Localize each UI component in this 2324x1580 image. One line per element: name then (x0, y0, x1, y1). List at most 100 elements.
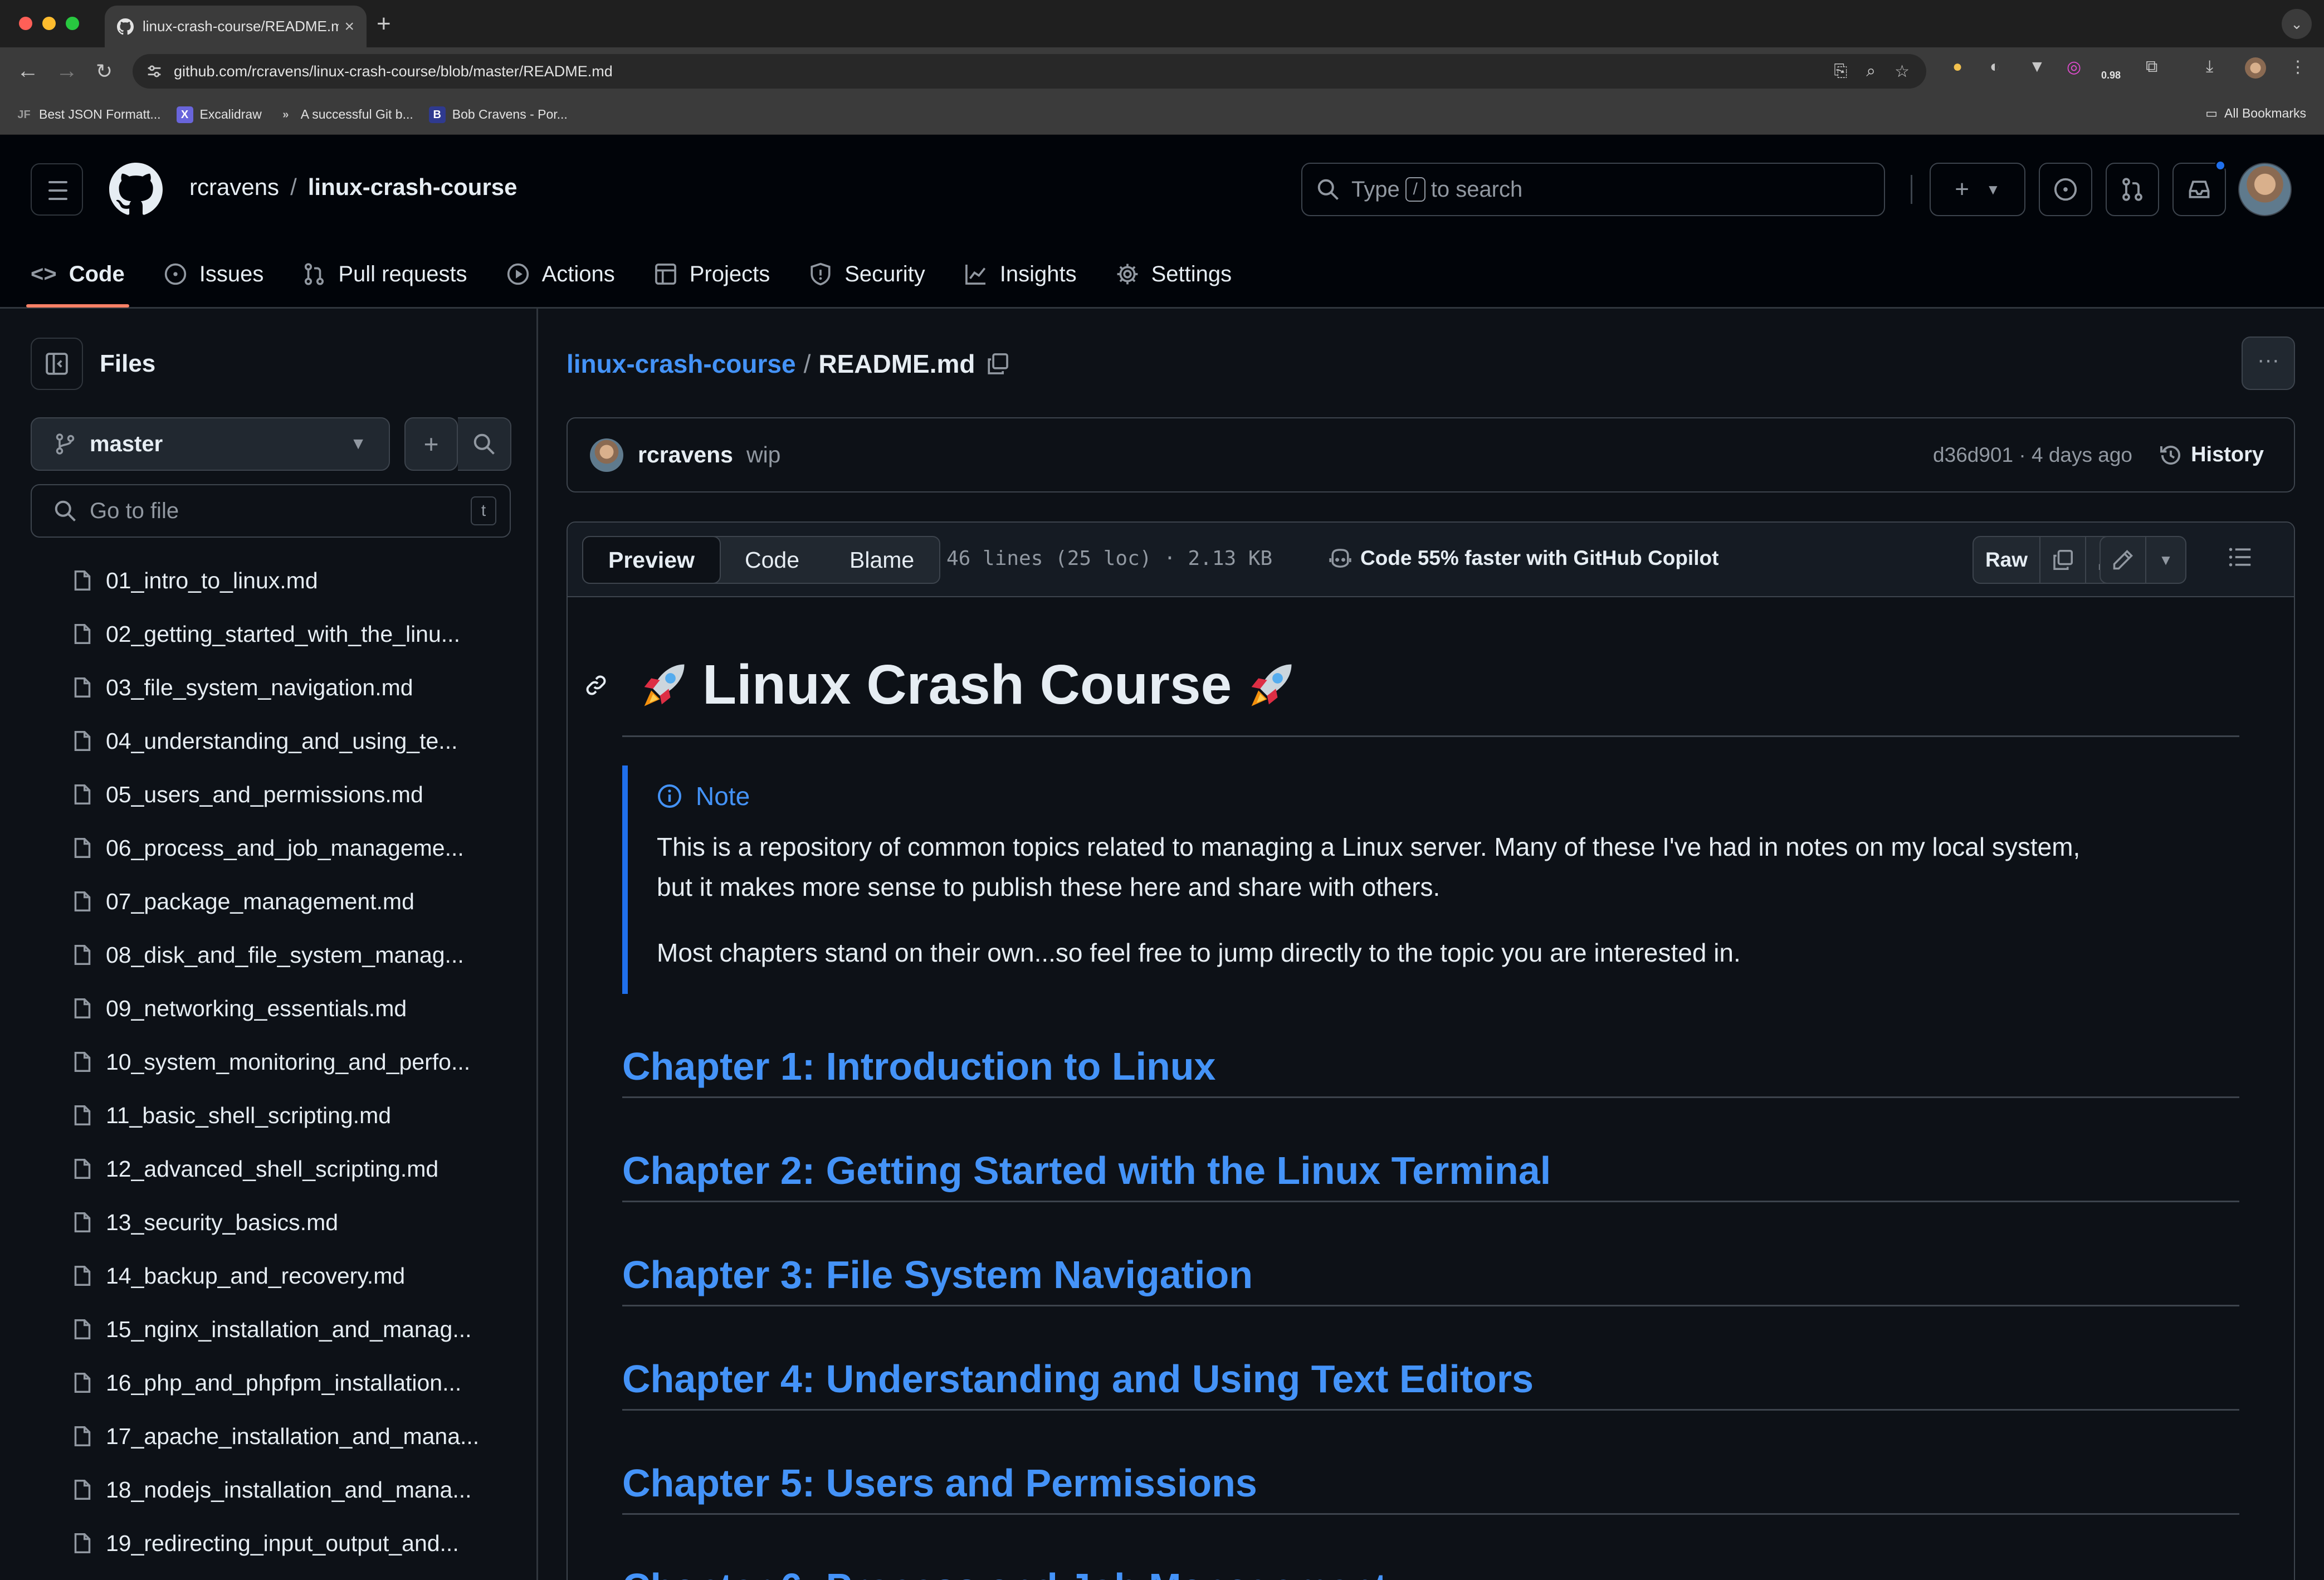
repo-root-link[interactable]: linux-crash-course (567, 349, 796, 379)
file-tree-item[interactable]: 02_getting_started_with_the_linu... (0, 607, 536, 661)
reload-icon[interactable]: ↻ (96, 60, 113, 83)
back-icon[interactable]: ← (17, 58, 39, 84)
file-icon (71, 1211, 94, 1233)
file-tree-item[interactable]: 03_file_system_navigation.md (0, 661, 536, 714)
file-tree-item[interactable]: 07_package_management.md (0, 875, 536, 928)
file-tree-item[interactable]: 05_users_and_permissions.md (0, 768, 536, 821)
commit-author[interactable]: rcravens (638, 442, 733, 468)
file-tree-item[interactable]: 15_nginx_installation_and_manag... (0, 1303, 536, 1356)
extension-vue-icon[interactable]: ▼ (2029, 57, 2045, 76)
file-tree-item[interactable]: 13_security_basics.md (0, 1196, 536, 1249)
history-button[interactable]: History (2159, 443, 2264, 467)
tab-issues[interactable]: Issues (164, 241, 263, 308)
file-tree-item[interactable]: 09_networking_essentials.md (0, 982, 536, 1035)
downloads-icon[interactable]: ⤓ (2206, 57, 2213, 76)
chapter-link[interactable]: Chapter 1: Introduction to Linux (622, 1044, 1215, 1089)
search-input[interactable]: Type / to search (1301, 163, 1885, 216)
chapter-link[interactable]: Chapter 2: Getting Started with the Linu… (622, 1148, 1551, 1193)
file-tree-item[interactable]: 19_redirecting_input_output_and... (0, 1516, 536, 1570)
file-tree-title: Files (100, 350, 156, 377)
chapter-link[interactable]: Chapter 6: Process and Job Management (622, 1565, 1387, 1580)
zoom-icon[interactable]: ⌕ (1866, 62, 1876, 81)
tab-code-view[interactable]: Code (720, 537, 824, 583)
browser-menu-icon[interactable]: ⋮ (2289, 57, 2306, 77)
github-logo-icon[interactable] (109, 163, 163, 216)
repo-link[interactable]: linux-crash-course (308, 174, 517, 200)
extensions-puzzle-icon[interactable]: ⧉ (2146, 57, 2157, 76)
tab-insights[interactable]: Insights (964, 241, 1077, 308)
bookmark-item[interactable]: X Excalidraw (176, 106, 262, 123)
tab-close-icon[interactable]: × (344, 17, 354, 36)
go-to-file-input[interactable]: Go to file t (31, 484, 511, 538)
forward-icon[interactable]: → (56, 58, 78, 84)
tab-settings[interactable]: Settings (1116, 241, 1232, 308)
branch-selector[interactable]: master ▼ (31, 417, 390, 471)
bookmark-item[interactable]: B Bob Cravens - Por... (428, 106, 568, 123)
file-icon (71, 944, 94, 966)
profile-avatar[interactable] (2245, 57, 2266, 79)
file-tree-item[interactable]: 17_apache_installation_and_mana... (0, 1410, 536, 1463)
commit-meta[interactable]: d36d901 · 4 days ago (1933, 443, 2132, 467)
bookmark-item[interactable]: » A successful Git b... (277, 106, 413, 123)
extension-badge[interactable]: 0.98 (2101, 70, 2121, 81)
collapse-sidebar-button[interactable] (31, 338, 83, 390)
commit-author-avatar[interactable] (590, 438, 623, 472)
outline-button[interactable] (2228, 545, 2252, 569)
menu-button[interactable] (31, 163, 83, 216)
file-tree-item[interactable]: 10_system_monitoring_and_perfo... (0, 1035, 536, 1089)
extension-color-icon[interactable]: ◎ (2067, 57, 2081, 77)
minimize-window-button[interactable] (42, 17, 56, 30)
file-tree-item[interactable]: 01_intro_to_linux.md (0, 554, 536, 607)
tab-actions[interactable]: Actions (506, 241, 615, 308)
all-bookmarks-button[interactable]: ▭ All Bookmarks (2205, 106, 2306, 121)
file-tree-item[interactable]: 06_process_and_job_manageme... (0, 821, 536, 875)
chapter-link[interactable]: Chapter 5: Users and Permissions (622, 1461, 1257, 1505)
file-tree-item[interactable]: 18_nodejs_installation_and_mana... (0, 1463, 536, 1516)
file-tree-item[interactable]: 16_php_and_phpfpm_installation... (0, 1356, 536, 1410)
raw-button[interactable]: Raw (1974, 537, 2040, 583)
plus-icon: + (423, 430, 439, 459)
file-tree-item[interactable]: 04_understanding_and_using_te... (0, 714, 536, 768)
file-tree-item[interactable]: 14_backup_and_recovery.md (0, 1249, 536, 1303)
copy-path-icon[interactable] (986, 352, 1009, 376)
issues-button[interactable] (2039, 163, 2092, 216)
pull-requests-button[interactable] (2106, 163, 2159, 216)
extension-circle-icon[interactable]: ◐ (1990, 57, 2000, 76)
copy-raw-button[interactable] (2040, 537, 2086, 583)
file-tree-item[interactable]: 08_disk_and_file_system_manag... (0, 928, 536, 982)
new-tab-button[interactable]: + (377, 10, 391, 38)
anchor-link-icon[interactable] (584, 674, 608, 697)
extension-lock-icon[interactable]: ● (1952, 57, 1962, 76)
close-window-button[interactable] (19, 17, 32, 30)
tab-blame[interactable]: Blame (824, 537, 939, 583)
edit-file-button[interactable] (2101, 537, 2146, 583)
file-tree-item-label: 12_advanced_shell_scripting.md (106, 1155, 439, 1182)
create-new-button[interactable]: + ▼ (1930, 163, 2025, 216)
user-avatar[interactable] (2238, 163, 2292, 216)
edit-options-dropdown[interactable]: ▼ (2146, 537, 2185, 583)
bookmark-star-icon[interactable]: ☆ (1895, 62, 1910, 81)
pencil-icon (2112, 549, 2134, 571)
tab-search-button[interactable]: ⌄ (2282, 9, 2312, 39)
owner-link[interactable]: rcravens (189, 174, 279, 200)
tab-security[interactable]: Security (809, 241, 925, 308)
install-app-icon[interactable]: ⎘ (1834, 62, 1847, 81)
tab-code[interactable]: <> Code (26, 241, 129, 308)
search-files-button[interactable] (458, 417, 511, 471)
file-tree-item[interactable]: 11_basic_shell_scripting.md (0, 1089, 536, 1142)
chapter-link[interactable]: Chapter 4: Understanding and Using Text … (622, 1357, 1534, 1401)
tab-pull-requests[interactable]: Pull requests (302, 241, 467, 308)
commit-message[interactable]: wip (746, 442, 781, 468)
chapter-link[interactable]: Chapter 3: File System Navigation (622, 1252, 1253, 1297)
maximize-window-button[interactable] (66, 17, 79, 30)
file-tree-item[interactable]: 12_advanced_shell_scripting.md (0, 1142, 536, 1196)
tab-projects[interactable]: Projects (654, 241, 770, 308)
site-info-icon[interactable] (145, 62, 164, 81)
browser-tab-active[interactable]: linux-crash-course/README.md × (105, 6, 367, 47)
copilot-promo-link[interactable]: Code 55% faster with GitHub Copilot (1328, 546, 1718, 570)
address-bar[interactable]: github.com/rcravens/linux-crash-course/b… (133, 54, 1926, 89)
add-file-button[interactable]: + (404, 417, 458, 471)
bookmark-item[interactable]: JF Best JSON Formatt... (16, 106, 160, 123)
tab-preview[interactable]: Preview (582, 536, 721, 584)
more-options-button[interactable]: ··· (2242, 337, 2295, 390)
